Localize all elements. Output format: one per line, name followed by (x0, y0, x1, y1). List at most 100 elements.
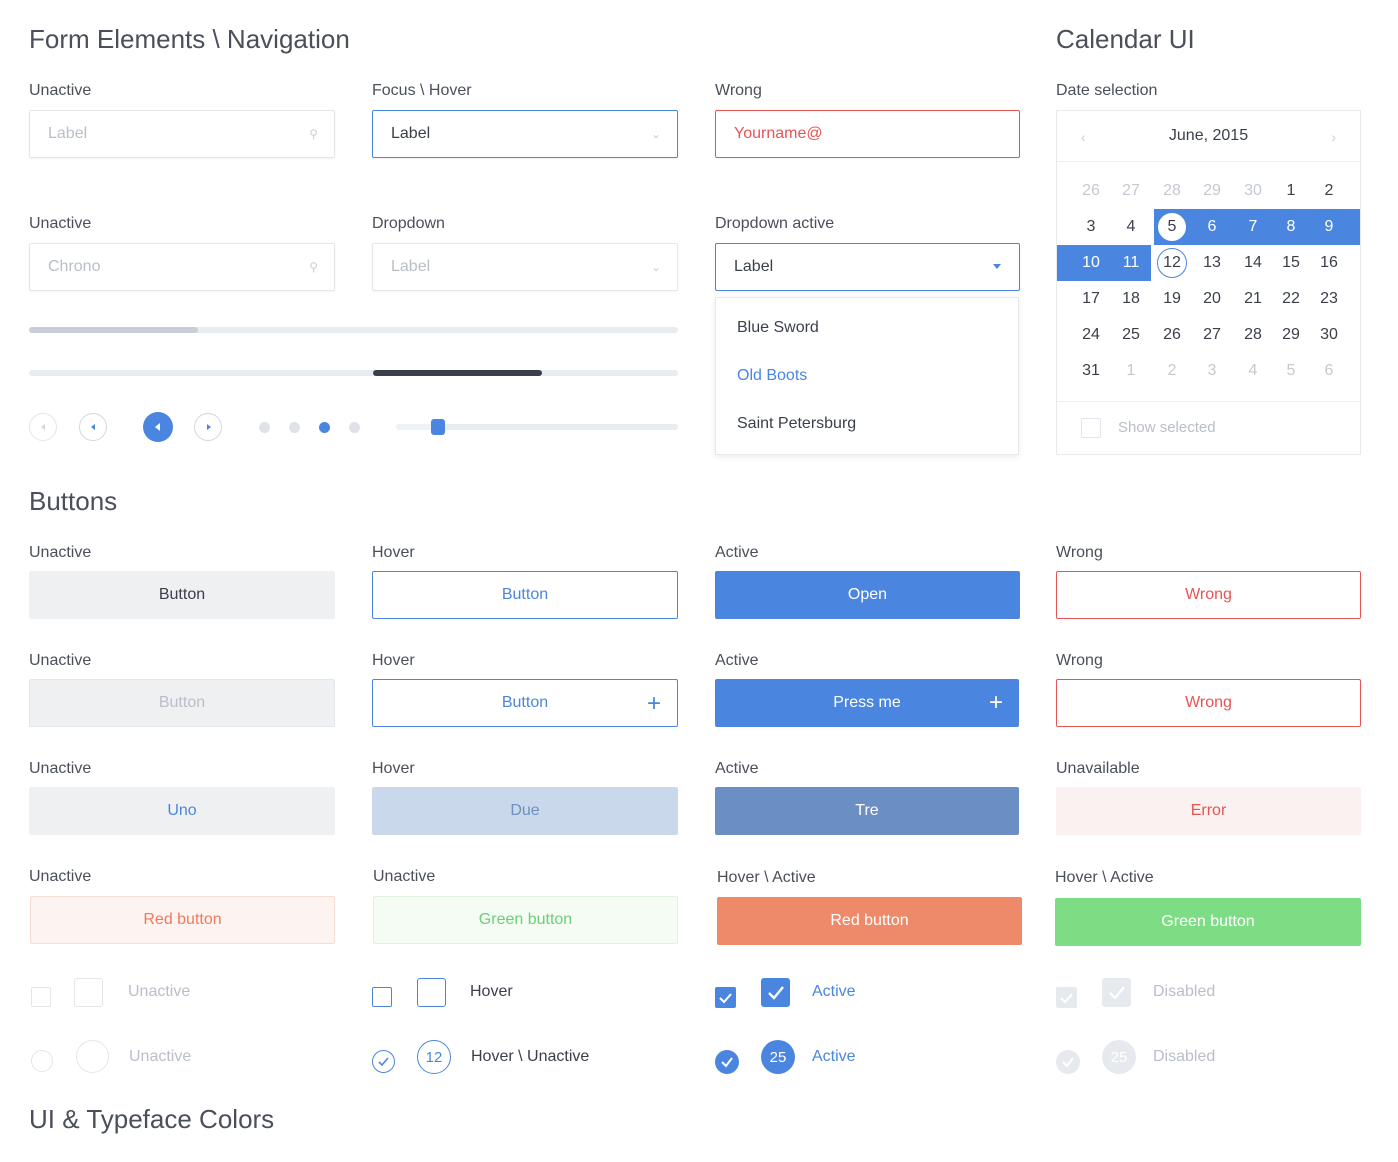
calendar-day-selected[interactable]: 6 (1192, 209, 1232, 245)
calendar-day-selected[interactable]: 10 (1071, 245, 1111, 281)
calendar-day[interactable]: 24 (1071, 317, 1111, 353)
checkbox-large-hover[interactable] (417, 978, 446, 1007)
checkbox-large-active[interactable] (761, 978, 790, 1007)
green-button-active[interactable]: Green button (1055, 898, 1361, 946)
radio-small-unactive[interactable] (31, 1050, 53, 1072)
pager-dot[interactable] (259, 422, 270, 433)
calendar-day[interactable]: 20 (1192, 281, 1232, 317)
prev-arrow-button-active[interactable] (143, 412, 173, 442)
calendar-day[interactable]: 3 (1071, 209, 1111, 245)
calendar-day[interactable]: 1 (1271, 173, 1311, 209)
radio-badge-active[interactable]: 25 (761, 1040, 795, 1074)
checkbox-large-unactive[interactable] (74, 978, 103, 1007)
calendar-day-selected[interactable]: 11 (1111, 245, 1151, 281)
text-input-wrong[interactable]: Yourname@ (715, 110, 1020, 158)
checkbox-small-unactive[interactable] (31, 987, 51, 1007)
radio-small-active[interactable] (715, 1050, 739, 1074)
slider-track[interactable] (396, 419, 678, 435)
calendar-day[interactable]: 30 (1309, 317, 1349, 353)
calendar-day[interactable]: 17 (1071, 281, 1111, 317)
calendar-day[interactable]: 15 (1271, 245, 1311, 281)
pager-dot-active[interactable] (319, 422, 330, 433)
calendar-day[interactable]: 4 (1111, 209, 1151, 245)
button-unactive-disabled[interactable]: Button (29, 679, 335, 727)
progress-bar-1 (29, 327, 678, 333)
calendar-day-selected[interactable]: 8 (1271, 209, 1311, 245)
calendar-day[interactable]: 22 (1271, 281, 1311, 317)
button-hover-plus[interactable]: Button + (372, 679, 678, 727)
dropdown-focus[interactable]: Label ⌄ (372, 110, 678, 158)
button-hover[interactable]: Button (372, 571, 678, 619)
press-me-button[interactable]: Press me + (715, 679, 1019, 727)
calendar-day-outside[interactable]: 1 (1111, 353, 1151, 389)
calendar-day[interactable]: 14 (1233, 245, 1273, 281)
radio-badge-hover[interactable]: 12 (417, 1040, 451, 1074)
calendar-day-selected[interactable]: 9 (1309, 209, 1349, 245)
button-wrong[interactable]: Wrong (1056, 571, 1361, 619)
slider-handle[interactable] (431, 419, 446, 435)
button-unactive[interactable]: Button (29, 571, 335, 619)
calendar-day-outside[interactable]: 26 (1071, 173, 1111, 209)
text-input-unactive[interactable]: Label ⚲ (29, 110, 335, 158)
calendar-day-outside[interactable]: 4 (1233, 353, 1273, 389)
chevron-right-icon[interactable]: › (1331, 129, 1336, 145)
checkbox-large-disabled[interactable] (1102, 978, 1131, 1007)
prev-arrow-button[interactable] (29, 413, 57, 441)
dropdown-option[interactable]: Saint Petersburg (737, 415, 856, 433)
dropdown-option-hover[interactable]: Old Boots (737, 367, 807, 385)
check-icon (768, 986, 784, 1000)
calendar-day-outside[interactable]: 5 (1271, 353, 1311, 389)
calendar-day-outside[interactable]: 6 (1309, 353, 1349, 389)
next-arrow-button[interactable] (194, 413, 222, 441)
due-button[interactable]: Due (372, 787, 678, 835)
calendar-day[interactable]: 19 (1152, 281, 1192, 317)
radio-badge-disabled[interactable]: 25 (1102, 1040, 1136, 1074)
calendar-day-outside[interactable]: 28 (1152, 173, 1192, 209)
green-button-unactive[interactable]: Green button (373, 896, 678, 944)
checkbox-small-hover[interactable] (372, 987, 392, 1007)
uno-button[interactable]: Uno (29, 787, 335, 835)
tre-button[interactable]: Tre (715, 787, 1019, 835)
calendar-day[interactable]: 31 (1071, 353, 1111, 389)
calendar-day-outside[interactable]: 2 (1152, 353, 1192, 389)
pager-dot[interactable] (349, 422, 360, 433)
calendar-day[interactable]: 27 (1192, 317, 1232, 353)
show-selected-checkbox[interactable] (1081, 418, 1101, 438)
calendar-day[interactable]: 23 (1309, 281, 1349, 317)
calendar-day-outside[interactable]: 30 (1233, 173, 1273, 209)
calendar-day-outside[interactable]: 27 (1111, 173, 1151, 209)
button-state-label: Hover \ Active (717, 869, 816, 886)
dropdown-active[interactable]: Label (715, 243, 1020, 291)
calendar-day[interactable]: 13 (1192, 245, 1232, 281)
dropdown-option[interactable]: Blue Sword (737, 319, 819, 337)
radio-small-hover[interactable] (372, 1050, 395, 1073)
calendar-day-outside[interactable]: 3 (1192, 353, 1232, 389)
radio-small-disabled[interactable] (1056, 1050, 1080, 1074)
prev-arrow-button-hover[interactable] (79, 413, 107, 441)
button-wrong-2[interactable]: Wrong (1056, 679, 1361, 727)
calendar-day[interactable]: 29 (1271, 317, 1311, 353)
calendar-day-range-end[interactable]: 12 (1157, 248, 1187, 278)
calendar-day-outside[interactable]: 29 (1192, 173, 1232, 209)
calendar-day[interactable]: 16 (1309, 245, 1349, 281)
chevron-right-icon (207, 424, 211, 430)
calendar-day-range-start[interactable]: 5 (1157, 212, 1187, 242)
progress-fill (372, 370, 542, 376)
error-button[interactable]: Error (1056, 787, 1361, 835)
calendar-day[interactable]: 25 (1111, 317, 1151, 353)
calendar-day-selected[interactable]: 7 (1233, 209, 1273, 245)
checkbox-small-active[interactable] (715, 987, 736, 1008)
calendar-day[interactable]: 21 (1233, 281, 1273, 317)
text-input-unactive-2[interactable]: Chrono ⚲ (29, 243, 335, 291)
calendar-day[interactable]: 28 (1233, 317, 1273, 353)
calendar-day[interactable]: 18 (1111, 281, 1151, 317)
checkbox-small-disabled[interactable] (1056, 987, 1077, 1008)
radio-large-unactive[interactable] (76, 1040, 109, 1073)
open-button[interactable]: Open (715, 571, 1020, 619)
red-button-active[interactable]: Red button (717, 897, 1022, 945)
calendar-day[interactable]: 26 (1152, 317, 1192, 353)
calendar-day[interactable]: 2 (1309, 173, 1349, 209)
pager-dot[interactable] (289, 422, 300, 433)
red-button-unactive[interactable]: Red button (30, 896, 335, 944)
dropdown-unactive[interactable]: Label ⌄ (372, 243, 678, 291)
